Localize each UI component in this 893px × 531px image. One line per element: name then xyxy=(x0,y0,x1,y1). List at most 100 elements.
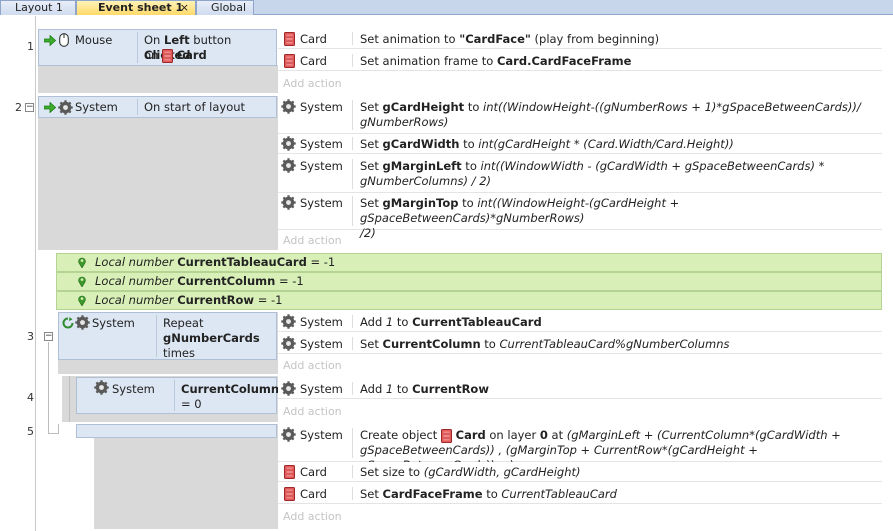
action-row[interactable]: System Add 1 to CurrentTableauCard xyxy=(278,312,882,332)
system-gear-icon xyxy=(75,315,90,330)
action-text: Set gCardHeight to int((WindowHeight-((g… xyxy=(360,100,861,129)
action-row[interactable]: System Set gMarginTop to int((WindowHeig… xyxy=(278,193,882,240)
local-variable[interactable]: Local number CurrentRow = -1 xyxy=(56,291,882,310)
event-block-bg xyxy=(38,65,278,93)
action-row[interactable]: System Add 1 to CurrentRow xyxy=(278,379,882,399)
card-icon xyxy=(284,465,295,479)
event-block-bg xyxy=(38,96,278,250)
tab-label: Layout 1 xyxy=(15,1,63,14)
condition-text: Repeat gNumberCards times xyxy=(163,316,260,360)
system-gear-icon xyxy=(94,380,109,395)
action-object: Card xyxy=(300,32,327,46)
action-text: Set gMarginLeft to int((WindowWidth - (g… xyxy=(360,159,825,188)
action-object: System xyxy=(300,428,343,442)
tree-line xyxy=(69,376,70,422)
mouse-icon xyxy=(59,33,69,47)
loop-icon xyxy=(62,317,74,329)
condition-text: CurrentColumn = 0 xyxy=(181,382,280,411)
condition-text: On start of layout xyxy=(144,100,246,114)
system-gear-icon xyxy=(281,427,296,442)
action-object: System xyxy=(300,196,343,210)
condition-text: on Card xyxy=(144,48,207,63)
card-icon xyxy=(284,54,295,68)
close-icon[interactable]: × xyxy=(180,1,189,15)
system-gear-icon xyxy=(281,136,296,151)
action-row[interactable]: System Set CurrentColumn to CurrentTable… xyxy=(278,334,882,354)
system-gear-icon xyxy=(281,195,296,210)
local-variable[interactable]: Local number CurrentTableauCard = -1 xyxy=(56,253,882,272)
system-gear-icon xyxy=(281,381,296,396)
event-number: 3 xyxy=(27,330,34,343)
event-4-condition[interactable]: System CurrentColumn = 0 xyxy=(76,377,280,414)
add-action-link[interactable]: Add action xyxy=(283,359,342,372)
card-icon xyxy=(284,32,295,46)
add-action-link[interactable]: Add action xyxy=(283,405,342,418)
variable-pin-icon xyxy=(78,257,86,268)
event-number: 5 xyxy=(27,425,34,438)
action-text: Set CardFaceFrame to CurrentTableauCard xyxy=(360,487,617,501)
tab-label: Global xyxy=(211,1,247,14)
tree-line xyxy=(58,424,59,434)
event-number: 1 xyxy=(27,40,34,53)
action-row[interactable]: Card Set animation frame to Card.CardFac… xyxy=(278,51,882,71)
event-5-condition[interactable] xyxy=(76,424,277,438)
local-variable[interactable]: Local number CurrentColumn = -1 xyxy=(56,272,882,291)
action-text: Set CurrentColumn to CurrentTableauCard%… xyxy=(360,337,730,351)
collapse-toggle[interactable]: − xyxy=(44,332,53,341)
event-3-condition[interactable]: System Repeat gNumberCards times xyxy=(58,312,277,360)
tab-event-sheet-1[interactable]: Event sheet 1 × xyxy=(76,0,196,15)
add-action-link[interactable]: Add action xyxy=(283,510,342,523)
action-row[interactable]: System Set gCardHeight to int((WindowHei… xyxy=(278,97,882,134)
tab-layout-1[interactable]: Layout 1 xyxy=(0,0,76,15)
margin-gutter xyxy=(35,16,36,531)
action-text: Set gMarginTop to int((WindowHeight-(gCa… xyxy=(360,196,680,240)
system-gear-icon xyxy=(281,336,296,351)
event-number: 2 xyxy=(15,101,22,114)
action-object: Card xyxy=(300,465,327,479)
condition-object: System xyxy=(92,316,135,330)
action-text: Set animation to "CardFace" (play from b… xyxy=(360,32,660,46)
tab-label: Event sheet 1 xyxy=(98,1,184,14)
card-icon xyxy=(284,487,295,501)
action-text: Add 1 to CurrentTableauCard xyxy=(360,315,542,329)
add-action-link[interactable]: Add action xyxy=(283,77,342,90)
trigger-arrow-icon xyxy=(44,102,56,113)
action-row[interactable]: Card Set CardFaceFrame to CurrentTableau… xyxy=(278,484,882,504)
action-row[interactable]: Card Set animation to "CardFace" (play f… xyxy=(278,29,882,49)
condition-object: System xyxy=(75,100,118,114)
action-text: Set animation frame to Card.CardFaceFram… xyxy=(360,54,632,68)
action-object: Card xyxy=(300,54,327,68)
action-row[interactable]: System Set gCardWidth to int(gCardHeight… xyxy=(278,134,882,154)
event-1-condition[interactable]: Mouse On Left button Clicked on Card xyxy=(38,29,277,66)
action-object: System xyxy=(300,137,343,151)
variable-pin-icon xyxy=(78,276,86,287)
condition-object: Mouse xyxy=(75,33,113,47)
condition-object: System xyxy=(112,382,155,396)
tab-global[interactable]: Global xyxy=(196,0,254,15)
action-text: Set size to (gCardWidth, gCardHeight) xyxy=(360,465,581,479)
collapse-toggle[interactable]: − xyxy=(25,103,34,112)
event-2-condition[interactable]: System On start of layout xyxy=(38,96,277,118)
card-icon xyxy=(441,429,452,443)
tab-bar: Layout 1 Event sheet 1 × Global xyxy=(0,0,893,15)
action-row[interactable]: System Create object Card on layer 0 at … xyxy=(278,425,882,472)
tree-line xyxy=(48,433,58,434)
system-gear-icon xyxy=(281,99,296,114)
trigger-arrow-icon xyxy=(44,35,56,46)
tree-line xyxy=(48,342,49,434)
variable-pin-icon xyxy=(78,295,86,306)
action-object: System xyxy=(300,315,343,329)
event-number: 4 xyxy=(27,391,34,404)
action-object: Card xyxy=(300,487,327,501)
action-text: Add 1 to CurrentRow xyxy=(360,382,489,396)
action-object: System xyxy=(300,337,343,351)
action-row[interactable]: Card Set size to (gCardWidth, gCardHeigh… xyxy=(278,462,882,482)
action-text: Set gCardWidth to int(gCardHeight * (Car… xyxy=(360,137,734,151)
action-row[interactable]: System Set gMarginLeft to int((WindowWid… xyxy=(278,156,882,193)
action-object: System xyxy=(300,382,343,396)
add-action-link[interactable]: Add action xyxy=(283,234,342,247)
card-icon xyxy=(162,49,173,63)
system-gear-icon xyxy=(281,314,296,329)
action-object: System xyxy=(300,159,343,173)
event-block-bg xyxy=(94,424,278,529)
